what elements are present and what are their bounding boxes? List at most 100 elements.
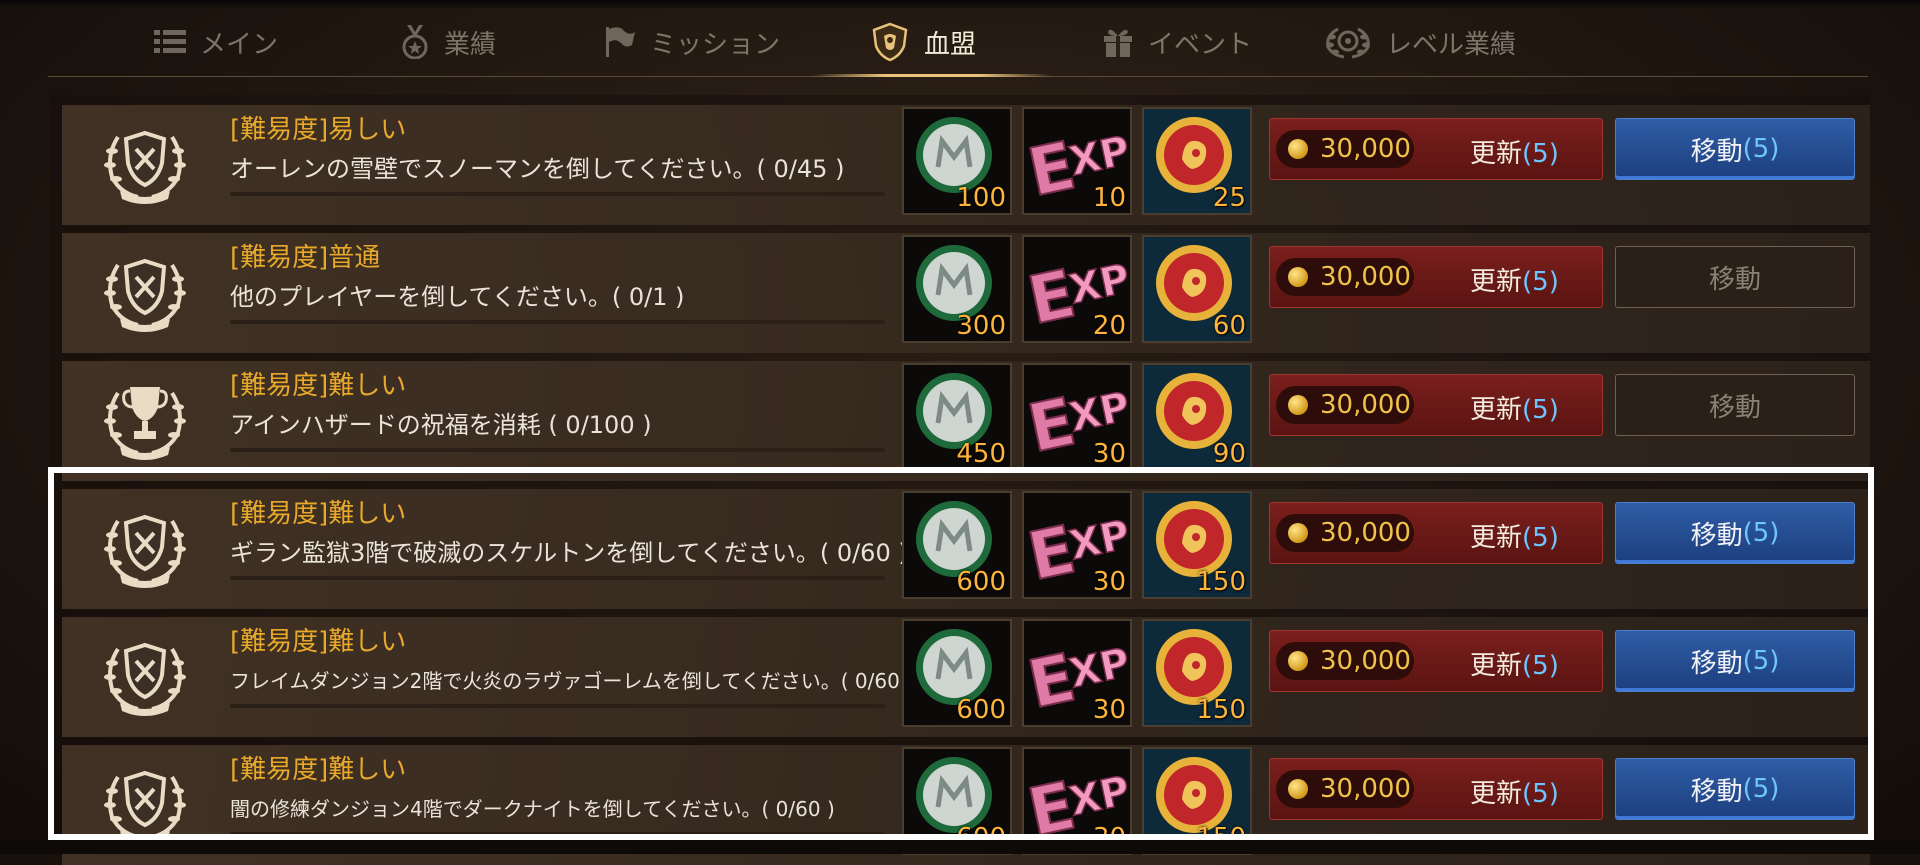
mission-row: [難易度]難しい ギラン監獄3階で破滅のスケルトンを倒してください。( 0/60… <box>62 489 1870 609</box>
svg-text:XP: XP <box>1066 640 1130 698</box>
refresh-button[interactable]: 30,000 更新(5) <box>1269 374 1603 436</box>
refresh-label: 更新 <box>1470 523 1523 553</box>
laurel-icon <box>1326 27 1370 59</box>
move-button[interactable]: 移動 (5) <box>1615 118 1855 180</box>
tab-bar: メイン 業績 ミッション 血盟 イベント レベル業績 <box>48 8 1868 77</box>
reward-medal[interactable]: 150 <box>1142 747 1252 855</box>
mission-description: フレイムダンジョン2階で火炎のラヴァゴーレムを倒してください。( 0/60 ) <box>230 669 914 693</box>
refresh-label: 更新 <box>1470 139 1523 169</box>
gold-coin-icon <box>1288 139 1308 159</box>
refresh-count: (5) <box>1522 651 1559 681</box>
tab-missions[interactable]: ミッション <box>602 8 780 76</box>
mission-description: 他のプレイヤーを倒してください。( 0/1 ) <box>230 283 685 311</box>
reward-medal[interactable]: 90 <box>1142 363 1252 471</box>
reward-coin[interactable]: 100 <box>902 107 1012 215</box>
svg-text:XP: XP <box>1066 128 1130 186</box>
difficulty-label: [難易度]難しい <box>230 627 407 657</box>
reward-exp[interactable]: E XP 30 <box>1022 363 1132 471</box>
shield-emblem-icon <box>104 258 186 332</box>
mission-row: [難易度]難しい アインハザードの祝福を消耗 ( 0/100 ) 450 E X… <box>62 361 1870 481</box>
gold-coin-icon <box>1288 523 1308 543</box>
refresh-button[interactable]: 30,000 更新(5) <box>1269 502 1603 564</box>
refresh-label-group: 更新(5) <box>1470 517 1559 554</box>
difficulty-label: [難易度]普通 <box>230 243 381 273</box>
refresh-button[interactable]: 30,000 更新(5) <box>1269 758 1603 820</box>
move-label: 移動 <box>1708 392 1761 423</box>
refresh-count: (5) <box>1522 779 1559 809</box>
flag-icon <box>606 27 635 57</box>
bottom-edge <box>0 840 1920 854</box>
progress-bar <box>230 832 885 836</box>
reward-coin[interactable]: 450 <box>902 363 1012 471</box>
reward-quantity: 450 <box>956 439 1006 469</box>
reward-medal[interactable]: 25 <box>1142 107 1252 215</box>
shield-emblem-icon <box>104 514 186 588</box>
move-button[interactable]: 移動 (5) <box>1615 630 1855 692</box>
refresh-label-group: 更新(5) <box>1470 645 1559 682</box>
reward-quantity: 600 <box>956 695 1006 725</box>
gold-coin-icon <box>1288 395 1308 415</box>
reward-exp[interactable]: E XP 10 <box>1022 107 1132 215</box>
tab-label: ミッション <box>650 29 781 60</box>
difficulty-label: [難易度]難しい <box>230 499 407 529</box>
reward-medal[interactable]: 150 <box>1142 491 1252 599</box>
reward-medal[interactable]: 150 <box>1142 619 1252 727</box>
reward-quantity: 100 <box>956 183 1006 213</box>
reward-coin[interactable]: 300 <box>902 235 1012 343</box>
refresh-button[interactable]: 30,000 更新(5) <box>1269 118 1603 180</box>
move-label: 移動 <box>1690 776 1743 807</box>
reward-quantity: 60 <box>1212 311 1246 341</box>
reward-coin[interactable]: 600 <box>902 747 1012 855</box>
tab-achievements[interactable]: 業績 <box>400 8 496 76</box>
refresh-count: (5) <box>1522 523 1559 553</box>
reward-medal[interactable]: 60 <box>1142 235 1252 343</box>
tab-label: レベル業績 <box>1386 29 1517 60</box>
tab-label: メイン <box>200 29 279 60</box>
move-button[interactable]: 移動 (5) <box>1615 502 1855 564</box>
refresh-cost: 30,000 <box>1320 646 1411 676</box>
medal-icon <box>402 25 428 59</box>
tab-events[interactable]: イベント <box>1102 8 1252 76</box>
refresh-button[interactable]: 30,000 更新(5) <box>1269 630 1603 692</box>
reward-quantity: 90 <box>1212 439 1246 469</box>
mission-description: オーレンの雪壁でスノーマンを倒してください。( 0/45 ) <box>230 155 845 183</box>
move-count: (5) <box>1742 518 1780 548</box>
refresh-cost: 30,000 <box>1320 390 1411 420</box>
mission-description: 闇の修練ダンジョン4階でダークナイトを倒してください。( 0/60 ) <box>230 797 835 821</box>
clan-shield-icon <box>872 22 908 62</box>
move-button[interactable]: 移動 (5) <box>1615 758 1855 820</box>
refresh-label-group: 更新(5) <box>1470 133 1559 170</box>
reward-exp[interactable]: E XP 20 <box>1022 235 1132 343</box>
top-strip <box>0 0 1920 8</box>
mission-row: [難易度]普通 他のプレイヤーを倒してください。( 0/1 ) 300 E XP… <box>62 233 1870 353</box>
reward-exp[interactable]: E XP 30 <box>1022 619 1132 727</box>
reward-exp[interactable]: E XP 30 <box>1022 747 1132 855</box>
refresh-count: (5) <box>1522 267 1559 297</box>
refresh-button[interactable]: 30,000 更新(5) <box>1269 246 1603 308</box>
progress-bar <box>230 448 885 452</box>
move-button[interactable]: 移動 <box>1615 246 1855 308</box>
tab-label: 血盟 <box>924 29 977 60</box>
refresh-label-group: 更新(5) <box>1470 773 1559 810</box>
mission-description: アインハザードの祝福を消耗 ( 0/100 ) <box>230 411 652 439</box>
reward-exp[interactable]: E XP 30 <box>1022 491 1132 599</box>
progress-bar <box>230 192 885 196</box>
refresh-label: 更新 <box>1470 267 1523 297</box>
tab-level-achievements[interactable]: レベル業績 <box>1324 8 1516 76</box>
gold-coin-icon <box>1288 779 1308 799</box>
refresh-label: 更新 <box>1470 779 1523 809</box>
tab-clan[interactable]: 血盟 <box>870 8 976 76</box>
difficulty-label: [難易度]易しい <box>230 115 407 145</box>
reward-quantity: 30 <box>1092 567 1126 597</box>
active-tab-indicator <box>812 74 1052 77</box>
reward-quantity: 300 <box>956 311 1006 341</box>
refresh-cost: 30,000 <box>1320 518 1411 548</box>
progress-bar <box>230 704 885 708</box>
svg-text:XP: XP <box>1066 256 1130 314</box>
tab-main[interactable]: メイン <box>154 8 278 76</box>
reward-coin[interactable]: 600 <box>902 619 1012 727</box>
reward-coin[interactable]: 600 <box>902 491 1012 599</box>
move-button[interactable]: 移動 <box>1615 374 1855 436</box>
reward-quantity: 30 <box>1092 695 1126 725</box>
gold-coin-icon <box>1288 267 1308 287</box>
